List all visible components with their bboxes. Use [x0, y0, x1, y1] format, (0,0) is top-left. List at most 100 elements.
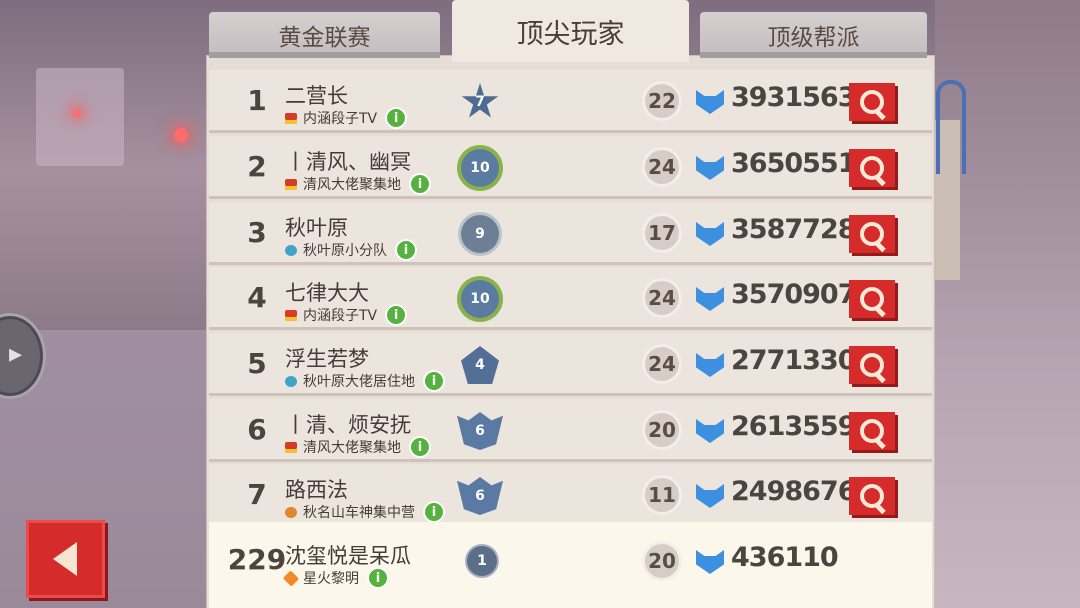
gem-icon	[696, 156, 724, 180]
level-badge: 24	[645, 281, 679, 315]
crown-icon	[285, 309, 297, 321]
rank-number: 7	[247, 477, 267, 511]
clan-name[interactable]: 内涵段子TV	[303, 305, 377, 325]
tab-top-clans[interactable]: 顶级帮派	[700, 12, 927, 58]
pentagon-icon: 4	[461, 346, 499, 384]
magnifier-icon	[860, 484, 884, 508]
trophy-score: 2613559	[731, 411, 857, 442]
magnifier-icon	[860, 90, 884, 114]
view-profile-button[interactable]	[849, 215, 895, 253]
clan-info: 秋名山车神集中营 i	[285, 502, 443, 522]
trophy-score: 3587728	[731, 214, 857, 245]
info-icon[interactable]: i	[411, 175, 429, 193]
trophy-score: 3570907	[731, 279, 857, 310]
clan-name[interactable]: 清风大佬聚集地	[303, 437, 401, 457]
rank-number: 229	[227, 542, 287, 576]
crown-icon	[285, 178, 297, 190]
crown-icon	[285, 112, 297, 124]
table-row: 1 二营长 内涵段子TV i 7 22 3931563	[209, 70, 932, 133]
clan-info: 内涵段子TV i	[285, 108, 406, 128]
view-profile-button[interactable]	[849, 280, 895, 318]
table-row: 4 七律大大 内涵段子TV i 10 24 3570907	[209, 267, 932, 330]
magnifier-icon	[860, 353, 884, 377]
badge-number: 6	[475, 488, 485, 504]
level-badge: 24	[645, 150, 679, 184]
fire-icon	[282, 569, 300, 587]
laurel-icon: 10	[461, 149, 499, 187]
level-badge: 20	[645, 413, 679, 447]
rank-number: 4	[247, 280, 267, 314]
player-name[interactable]: 浮生若梦	[285, 343, 369, 373]
trophy-score: 2771330	[731, 345, 857, 376]
circle-star-icon: 9	[461, 215, 499, 253]
badge-number: 10	[470, 160, 490, 176]
info-icon[interactable]: i	[425, 503, 443, 521]
gem-icon	[696, 550, 724, 574]
table-row: 5 浮生若梦 秋叶原大佬居住地 i 4 24 2771330	[209, 333, 932, 396]
level-badge: 20	[645, 544, 679, 578]
player-name[interactable]: 丨清、烦安抚	[285, 409, 411, 439]
back-button[interactable]	[26, 520, 105, 598]
player-name[interactable]: 七律大大	[285, 277, 369, 307]
trophy-score: 3650551	[731, 148, 857, 179]
player-name[interactable]: 丨清风、幽冥	[285, 146, 411, 176]
badge-number: 4	[475, 357, 485, 373]
clan-name[interactable]: 秋叶原小分队	[303, 240, 387, 260]
level-badge: 17	[645, 216, 679, 250]
table-row: 2 丨清风、幽冥 清风大佬聚集地 i 10 24 3650551	[209, 136, 932, 199]
shield-icon: 6	[457, 412, 503, 450]
gem-icon	[696, 353, 724, 377]
view-profile-button[interactable]	[849, 412, 895, 450]
background-light	[174, 128, 188, 142]
info-icon[interactable]: i	[425, 372, 443, 390]
player-name[interactable]: 二营长	[285, 80, 348, 110]
view-profile-button[interactable]	[849, 149, 895, 187]
crown-icon	[285, 441, 297, 453]
magnifier-icon	[860, 156, 884, 180]
view-profile-button[interactable]	[849, 83, 895, 121]
clan-info: 星火黎明 i	[282, 568, 387, 588]
table-row: 3 秋叶原 秋叶原小分队 i 9 17 3587728	[209, 202, 932, 265]
info-icon[interactable]: i	[387, 109, 406, 127]
level-badge: 11	[645, 478, 679, 512]
badge-number: 7	[475, 94, 485, 110]
my-rank-row: 229 沈玺悦是呆瓜 星火黎明 i 1 20 436110	[209, 522, 932, 608]
clan-info: 秋叶原大佬居住地 i	[285, 371, 443, 391]
gem-icon	[696, 484, 724, 508]
magnifier-icon	[860, 419, 884, 443]
gem-icon	[696, 222, 724, 246]
gem-icon	[696, 419, 724, 443]
table-row: 7 路西法 秋名山车神集中营 i 6 11 2498676	[209, 464, 932, 527]
clan-name[interactable]: 星火黎明	[303, 568, 359, 588]
player-name[interactable]: 沈玺悦是呆瓜	[285, 540, 411, 570]
rank-number: 3	[247, 215, 267, 249]
info-icon[interactable]: i	[411, 438, 429, 456]
arrow-left-icon	[53, 542, 77, 576]
clan-name[interactable]: 清风大佬聚集地	[303, 174, 401, 194]
player-name[interactable]: 路西法	[285, 474, 348, 504]
player-name[interactable]: 秋叶原	[285, 212, 348, 242]
tab-top-players[interactable]: 顶尖玩家	[452, 0, 689, 62]
rank-number: 1	[247, 83, 267, 117]
trophy-score: 2498676	[731, 476, 857, 507]
rank-number: 6	[247, 412, 267, 446]
clan-name[interactable]: 内涵段子TV	[303, 108, 377, 128]
view-profile-button[interactable]	[849, 477, 895, 515]
trophy-score: 3931563	[731, 82, 857, 113]
rank-number: 2	[247, 149, 267, 183]
info-icon[interactable]: i	[397, 241, 415, 259]
clan-name[interactable]: 秋名山车神集中营	[303, 502, 415, 522]
badge-number: 10	[470, 291, 490, 307]
clan-name[interactable]: 秋叶原大佬居住地	[303, 371, 415, 391]
level-badge: 24	[645, 347, 679, 381]
info-icon[interactable]: i	[387, 306, 406, 324]
badge-number: 6	[475, 423, 485, 439]
view-profile-button[interactable]	[849, 346, 895, 384]
laurel-icon: 10	[461, 280, 499, 318]
gem-icon	[696, 287, 724, 311]
clan-info: 秋叶原小分队 i	[285, 240, 415, 260]
info-icon[interactable]: i	[369, 569, 387, 587]
shield-icon: 6	[457, 477, 503, 515]
table-row: 6 丨清、烦安抚 清风大佬聚集地 i 6 20 2613559	[209, 399, 932, 462]
tab-gold-league[interactable]: 黄金联赛	[209, 12, 440, 58]
